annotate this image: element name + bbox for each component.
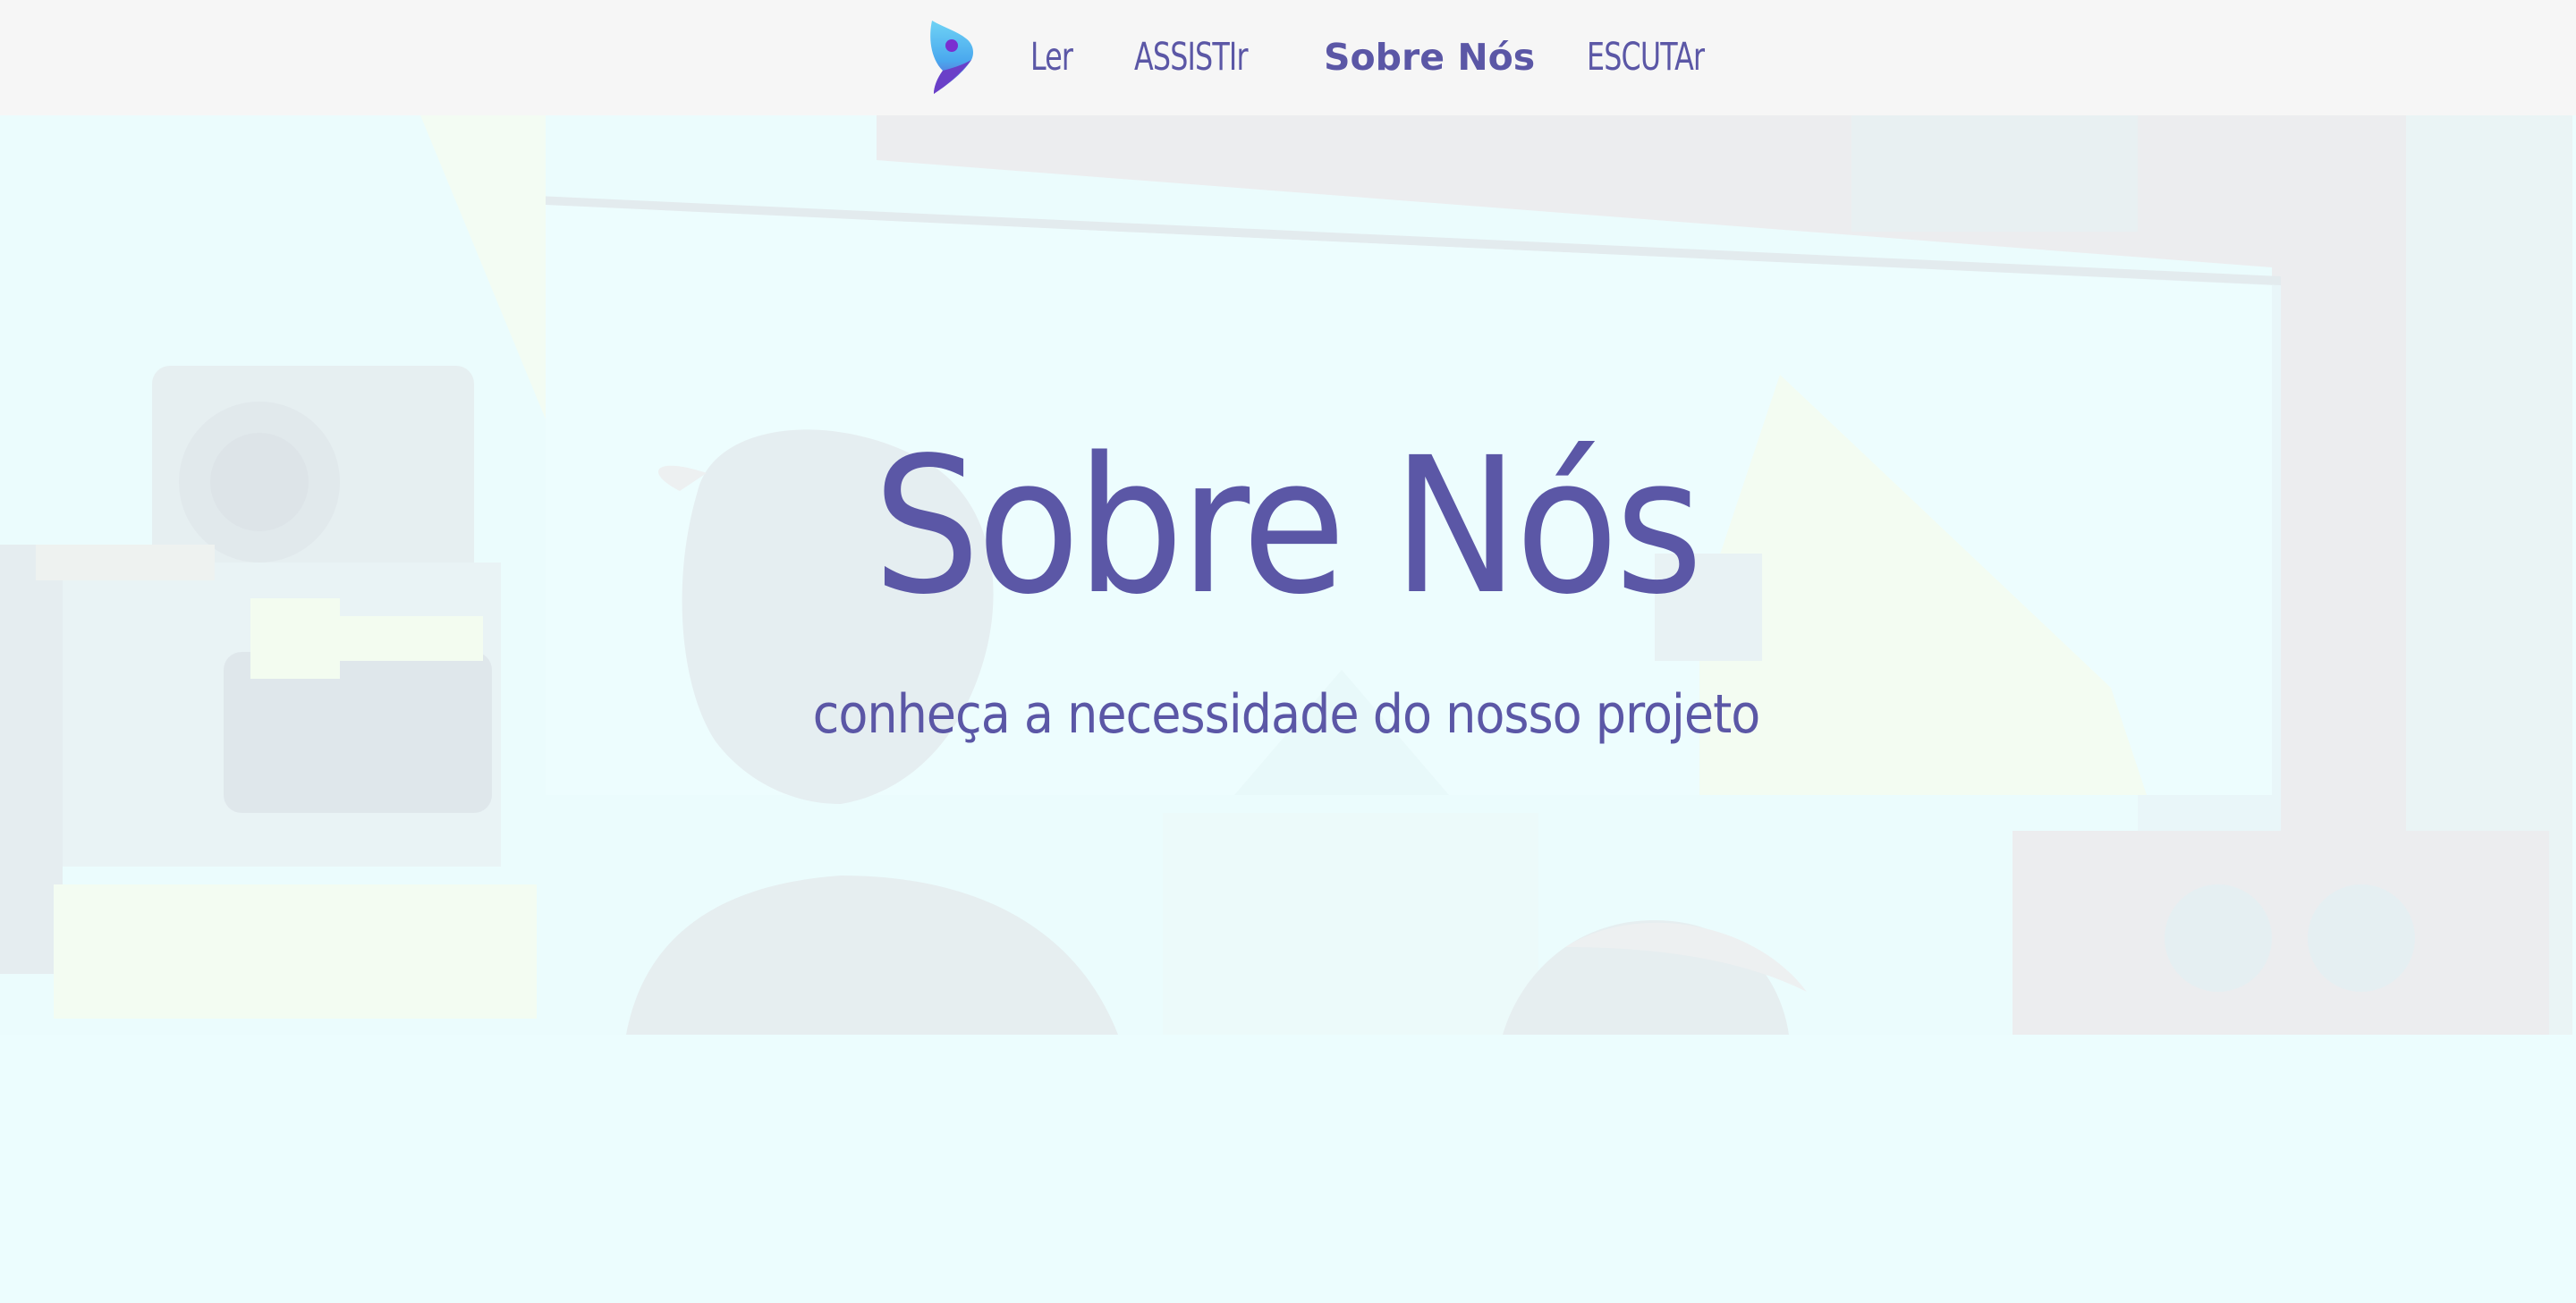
- content-area: [0, 1035, 2576, 1303]
- nav-link-assistir[interactable]: ASSISTIr: [1134, 35, 1248, 80]
- brand-logo-icon[interactable]: [927, 19, 977, 96]
- nav-link-ler[interactable]: Ler: [1030, 35, 1073, 80]
- page-title: Sobre Nós: [872, 417, 1703, 636]
- nav-link-escutar[interactable]: ESCUTAr: [1587, 35, 1705, 80]
- top-navbar: Ler ASSISTIr Sobre Nós ESCUTAr: [0, 0, 2576, 115]
- hero-banner: Sobre Nós conheça a necessidade do nosso…: [0, 115, 2572, 1035]
- nav-link-sobre-nos[interactable]: Sobre Nós: [1324, 36, 1535, 79]
- nav-menu: Ler ASSISTIr Sobre Nós ESCUTAr: [927, 13, 1782, 102]
- page-subtitle: conheça a necessidade do nosso projeto: [812, 683, 1761, 746]
